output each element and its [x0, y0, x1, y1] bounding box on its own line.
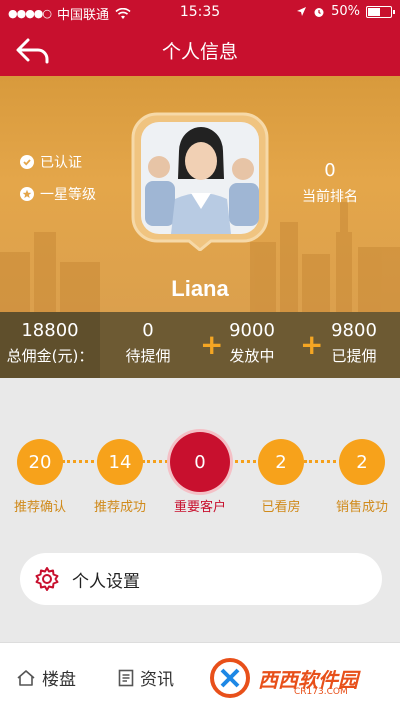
username: Liana — [171, 276, 229, 301]
step-label: 推荐确认 — [13, 500, 66, 515]
stat-pending[interactable]: 0 待提佣 — [100, 318, 196, 368]
stat-issuing[interactable]: 9000 发放中 — [214, 318, 290, 368]
tab-properties[interactable]: 楼盘 — [16, 665, 76, 690]
personal-settings-button[interactable]: 个人设置 — [20, 553, 382, 605]
avatar-image — [131, 112, 269, 252]
stat-label: 已提佣 — [331, 347, 377, 365]
nav-bar: 个人信息 — [0, 24, 400, 76]
verified-label: 已认证 — [40, 155, 82, 171]
step-connector — [228, 460, 262, 463]
level-label: 一星等级 — [40, 187, 96, 203]
stat-value: 9800 — [331, 320, 377, 341]
step-label: 已看房 — [261, 500, 301, 515]
status-bar: ●●●●○ 中国联通 15:35 50% — [0, 0, 400, 24]
stat-label: 发放中 — [229, 347, 275, 365]
step-recommend-confirm[interactable]: 20 — [17, 439, 63, 485]
location-icon — [297, 7, 307, 16]
battery-percent: 50% — [331, 4, 360, 19]
avatar[interactable] — [131, 111, 269, 252]
gear-icon — [35, 567, 59, 591]
profile-header: 已认证 一星等级 0 当前排名 Liana — [0, 76, 400, 312]
stat-label: 待提佣 — [125, 347, 171, 365]
step-viewed[interactable]: 2 — [258, 439, 304, 485]
star-icon — [20, 187, 34, 201]
tab-label: 资讯 — [140, 670, 174, 690]
watermark-sub: CR173.COM — [294, 687, 348, 697]
stat-withdrawn[interactable]: 9800 已提佣 — [316, 318, 392, 368]
step-recommend-success[interactable]: 14 — [97, 439, 143, 485]
step-key-client[interactable]: 0 — [170, 432, 230, 492]
client-progress-steps: 20 14 0 2 2 推荐确认 推荐成功 重要客户 已看房 销售成功 — [0, 378, 400, 538]
battery-fill — [368, 7, 380, 16]
tab-news[interactable]: 资讯 — [118, 665, 174, 690]
verified-status: 已认证 — [20, 152, 82, 172]
stat-label: 总佣金(元)： — [6, 347, 94, 365]
rank-value: 0 — [324, 160, 336, 181]
step-label: 推荐成功 — [93, 500, 146, 515]
settings-label: 个人设置 — [72, 572, 140, 592]
home-icon — [17, 669, 35, 686]
page-title: 个人信息 — [161, 41, 238, 63]
level-status: 一星等级 — [20, 184, 96, 204]
step-sale-success[interactable]: 2 — [339, 439, 385, 485]
step-connector — [304, 460, 342, 463]
step-label: 重要客户 — [173, 500, 226, 515]
stat-value: 0 — [142, 320, 154, 341]
bottom-tab-bar: 楼盘 资讯 西西软件园 CR173.COM — [0, 642, 400, 710]
rank-label: 当前排名 — [302, 189, 358, 205]
battery-icon — [366, 5, 395, 18]
news-icon — [118, 669, 134, 686]
commission-stats: 18800 总佣金(元)： 0 待提佣 + 9000 发放中 + 9800 已提… — [0, 312, 400, 378]
watermark-icon — [210, 658, 250, 698]
watermark-logo: 西西软件园 CR173.COM — [208, 653, 398, 703]
tab-label: 楼盘 — [42, 670, 76, 690]
stat-value: 9000 — [229, 320, 275, 341]
stat-value: 18800 — [21, 320, 79, 341]
stat-total-commission: 18800 总佣金(元)： — [0, 312, 100, 378]
alarm-icon — [314, 7, 324, 17]
status-right: 50% — [296, 4, 395, 19]
check-circle-icon — [20, 155, 34, 169]
step-label: 销售成功 — [335, 500, 388, 515]
